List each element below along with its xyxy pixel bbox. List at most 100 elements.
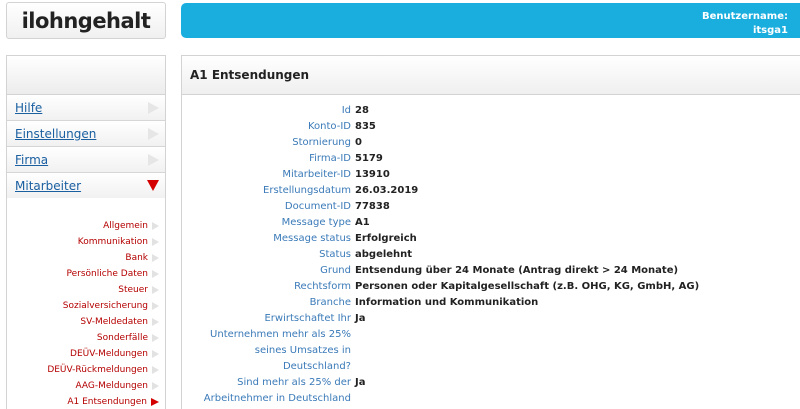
field-row: Erwirtschaftet Ihr Ja [182, 311, 800, 327]
flag-icon [152, 222, 159, 230]
field-row: Status abgelehnt [182, 247, 800, 263]
detail-panel: A1 Entsendungen Id 28 Konto-ID 835 Stornie… [181, 55, 800, 409]
submenu-item-label[interactable]: AAG-Meldungen [75, 381, 148, 391]
flag-icon [152, 350, 159, 358]
field-value: Erfolgreich [355, 233, 417, 244]
submenu-item-aag-meldungen[interactable]: AAG-Meldungen [75, 381, 159, 391]
submenu-item-label[interactable]: DEÜV-Meldungen [70, 349, 148, 359]
submenu: Allgemein Kommunikation Bank Persönliche… [7, 198, 165, 409]
field-row: Firma-ID 5179 [182, 151, 800, 167]
field-row: Document-ID 77838 [182, 199, 800, 215]
logo-text: ilohngehalt [21, 8, 151, 33]
field-label: Konto-ID [308, 121, 351, 132]
flag-icon [148, 127, 159, 140]
submenu-item-label[interactable]: Steuer [118, 285, 148, 295]
flag-icon [152, 302, 159, 310]
expanded-arrow-icon [147, 180, 159, 191]
submenu-item-label[interactable]: DEÜV-Rückmeldungen [47, 365, 148, 375]
submenu-item-label[interactable]: Sozialversicherung [63, 301, 148, 311]
flag-icon [152, 270, 159, 278]
sidebar: Hilfe Einstellungen Firma Mitarbeiter Al… [6, 55, 166, 409]
field-label: Unternehmen mehr als 25% [210, 329, 351, 340]
sidebar-item-label[interactable]: Mitarbeiter [15, 179, 81, 193]
submenu-item-persoenliche-daten[interactable]: Persönliche Daten [66, 269, 159, 279]
field-label: Deutschland? [282, 361, 351, 372]
submenu-item-bank[interactable]: Bank [125, 253, 159, 263]
field-label: seines Umsatzes in [254, 345, 351, 356]
field-value: 26.03.2019 [355, 185, 419, 196]
field-row: Arbeitnehmer in Deutschland [182, 391, 800, 407]
submenu-item-kommunikation[interactable]: Kommunikation [78, 237, 159, 247]
field-label: Id [341, 105, 351, 116]
flag-icon [148, 153, 159, 166]
flag-icon [152, 254, 159, 262]
flag-icon [152, 334, 159, 342]
field-label: Rechtsform [294, 281, 351, 292]
submenu-item-label[interactable]: Persönliche Daten [66, 269, 148, 279]
sidebar-item-label[interactable]: Einstellungen [15, 127, 96, 141]
field-label: Arbeitnehmer in Deutschland [203, 393, 351, 404]
field-row: Unternehmen mehr als 25% [182, 327, 800, 343]
field-label: Document-ID [284, 201, 351, 212]
field-value: 13910 [355, 169, 390, 180]
sidebar-item-firma[interactable]: Firma [7, 147, 165, 173]
field-row: Deutschland? [182, 359, 800, 375]
field-row: Branche Information und Kommunikation [182, 295, 800, 311]
username-value: itsga1 [752, 25, 788, 36]
submenu-item-label[interactable]: Allgemein [103, 221, 148, 231]
field-label: Message type [281, 217, 351, 228]
sidebar-header [7, 56, 165, 95]
panel-header: A1 Entsendungen [182, 56, 800, 95]
field-label: Erstellungsdatum [263, 185, 351, 196]
field-row: Sind mehr als 25% der Ja [182, 375, 800, 391]
field-row: Mitarbeiter-ID 13910 [182, 167, 800, 183]
field-label: Stornierung [292, 137, 351, 148]
field-row: Erstellungsdatum 26.03.2019 [182, 183, 800, 199]
field-value: Entsendung über 24 Monate (Antrag direkt… [355, 265, 679, 276]
submenu-item-steuer[interactable]: Steuer [118, 285, 159, 295]
field-row: seines Umsatzes in [182, 343, 800, 359]
submenu-item-sozialversicherung[interactable]: Sozialversicherung [63, 301, 159, 311]
field-row: Message type A1 [182, 215, 800, 231]
flag-icon [152, 366, 159, 374]
flag-icon [148, 101, 159, 114]
sidebar-item-label[interactable]: Firma [15, 153, 48, 167]
submenu-item-deuev-meldungen[interactable]: DEÜV-Meldungen [70, 349, 159, 359]
field-label: Erwirtschaftet Ihr [264, 313, 351, 324]
field-label: Branche [309, 297, 351, 308]
username-label: Benutzername: [701, 11, 788, 22]
field-label: Status [319, 249, 351, 260]
submenu-item-sv-meldedaten[interactable]: SV-Meldedaten [80, 317, 159, 327]
field-row: Rechtsform Personen oder Kapitalgesellsch… [182, 279, 800, 295]
submenu-item-label[interactable]: Kommunikation [78, 237, 148, 247]
header-bar: Benutzername: itsga1 [181, 3, 800, 38]
field-value: abgelehnt [355, 249, 413, 260]
field-label: Mitarbeiter-ID [282, 169, 351, 180]
field-label: Grund [320, 265, 351, 276]
user-info: Benutzername: itsga1 [702, 10, 788, 38]
submenu-item-allgemein[interactable]: Allgemein [103, 221, 159, 231]
field-value: A1 [355, 217, 370, 228]
field-value: 835 [355, 121, 376, 132]
field-value: Ja [355, 377, 366, 388]
field-label: Message status [273, 233, 351, 244]
field-value: 0 [355, 137, 362, 148]
field-label: Sind mehr als 25% der [237, 377, 351, 388]
submenu-item-label[interactable]: A1 Entsendungen [67, 397, 147, 407]
submenu-item-label[interactable]: SV-Meldedaten [80, 317, 148, 327]
submenu-item-sonderfaelle[interactable]: Sonderfälle [97, 333, 159, 343]
submenu-item-deuev-rueckmeldungen[interactable]: DEÜV-Rückmeldungen [47, 365, 159, 375]
sidebar-item-label[interactable]: Hilfe [15, 101, 42, 115]
submenu-item-a1-entsendungen[interactable]: A1 Entsendungen [67, 397, 159, 407]
sidebar-item-einstellungen[interactable]: Einstellungen [7, 121, 165, 147]
page-title: A1 Entsendungen [190, 68, 310, 82]
sidebar-item-mitarbeiter[interactable]: Mitarbeiter [7, 173, 165, 199]
app-logo[interactable]: ilohngehalt [6, 2, 166, 39]
flag-icon [152, 318, 159, 326]
field-row: Stornierung 0 [182, 135, 800, 151]
field-value: 77838 [355, 201, 390, 212]
submenu-item-label[interactable]: Sonderfälle [97, 333, 148, 343]
submenu-item-label[interactable]: Bank [125, 253, 148, 263]
sidebar-item-hilfe[interactable]: Hilfe [7, 95, 165, 121]
active-arrow-icon [151, 398, 159, 406]
